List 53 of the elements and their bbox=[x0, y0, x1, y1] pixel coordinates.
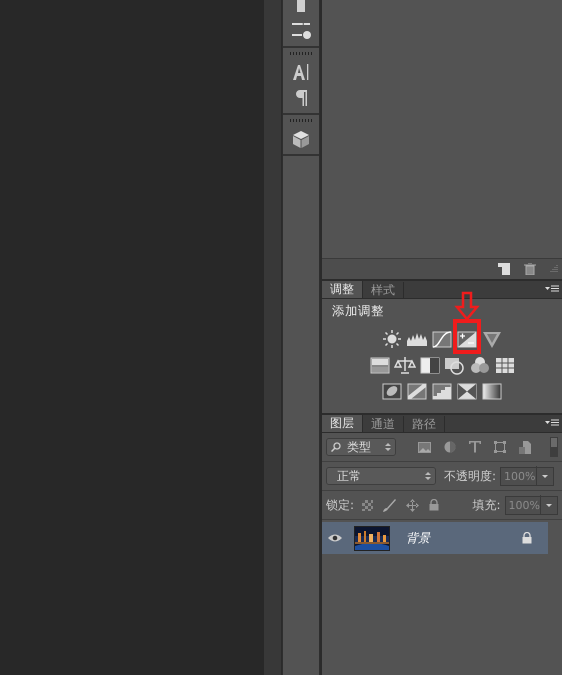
blackwhite-adjustment-icon[interactable] bbox=[418, 355, 440, 375]
fill-label: 填充: bbox=[472, 496, 501, 514]
exposure-adjustment-icon[interactable] bbox=[456, 329, 478, 349]
search-icon[interactable] bbox=[331, 442, 341, 452]
smart-object-filter-icon[interactable] bbox=[519, 440, 531, 454]
mixer-adjustment-icon[interactable] bbox=[468, 355, 490, 375]
eye-icon[interactable] bbox=[328, 533, 342, 543]
panel-menu-icon[interactable] bbox=[545, 285, 559, 293]
panel-menu-icon[interactable] bbox=[545, 419, 559, 427]
brightness-adjustment-icon[interactable] bbox=[381, 329, 403, 349]
panel-tab[interactable]: 路径 bbox=[404, 416, 445, 432]
shape-filter-icon[interactable] bbox=[494, 441, 506, 453]
spinner-icon[interactable] bbox=[425, 471, 431, 481]
opacity-label: 不透明度: bbox=[444, 468, 496, 484]
vibrance-adjustment-icon[interactable] bbox=[481, 329, 503, 349]
gradient-adjustment-icon[interactable] bbox=[481, 381, 503, 401]
type-tool-icon[interactable] bbox=[292, 63, 310, 81]
panel-tab[interactable]: 样式 bbox=[363, 282, 404, 298]
lookup-adjustment-icon[interactable] bbox=[494, 355, 516, 375]
cube-icon[interactable] bbox=[292, 130, 310, 148]
image-filter-icon[interactable] bbox=[418, 442, 431, 452]
annotation-drawing bbox=[452, 291, 482, 355]
posterize-adjustment-icon[interactable] bbox=[406, 381, 428, 401]
filter-toggle-icon[interactable] bbox=[550, 437, 558, 457]
lock-label: 锁定: bbox=[326, 496, 354, 514]
selective-adjustment-icon[interactable] bbox=[456, 381, 478, 401]
panel-tab[interactable]: 调整 bbox=[322, 281, 363, 298]
resize-grip-icon[interactable] bbox=[550, 264, 558, 274]
brush-tools-icon[interactable] bbox=[290, 20, 312, 40]
photofilter-adjustment-icon[interactable] bbox=[444, 355, 466, 375]
paragraph-icon[interactable] bbox=[294, 89, 308, 107]
adjustment-filter-icon[interactable] bbox=[444, 441, 456, 453]
panel-title: 添加调整 bbox=[331, 303, 385, 320]
stamp-icon[interactable] bbox=[294, 0, 308, 12]
balance-adjustment-icon[interactable] bbox=[394, 355, 416, 375]
blend-mode-dropdown[interactable]: 正常 bbox=[326, 467, 436, 485]
filter-dropdown[interactable]: 类型 bbox=[326, 438, 396, 456]
new-layer-icon[interactable] bbox=[498, 263, 510, 275]
layer-name: 背景 bbox=[406, 530, 430, 546]
threshold-adjustment-icon[interactable] bbox=[431, 381, 453, 401]
lock-icon[interactable] bbox=[522, 532, 532, 544]
panel-tab[interactable]: 通道 bbox=[363, 416, 404, 432]
hue-adjustment-icon[interactable] bbox=[368, 355, 390, 375]
panel-tab[interactable]: 图层 bbox=[322, 415, 363, 432]
trash-icon[interactable] bbox=[524, 263, 536, 275]
layer-row[interactable]: 背景 bbox=[322, 522, 548, 554]
text-filter-icon[interactable] bbox=[469, 441, 481, 453]
lock-move-icon[interactable] bbox=[406, 498, 420, 512]
curves-adjustment-icon[interactable] bbox=[431, 329, 453, 349]
lock-brush-icon[interactable] bbox=[383, 498, 396, 512]
invert-adjustment-icon[interactable] bbox=[381, 381, 403, 401]
spinner-icon[interactable] bbox=[385, 442, 391, 452]
lock-all-icon[interactable] bbox=[429, 499, 440, 511]
